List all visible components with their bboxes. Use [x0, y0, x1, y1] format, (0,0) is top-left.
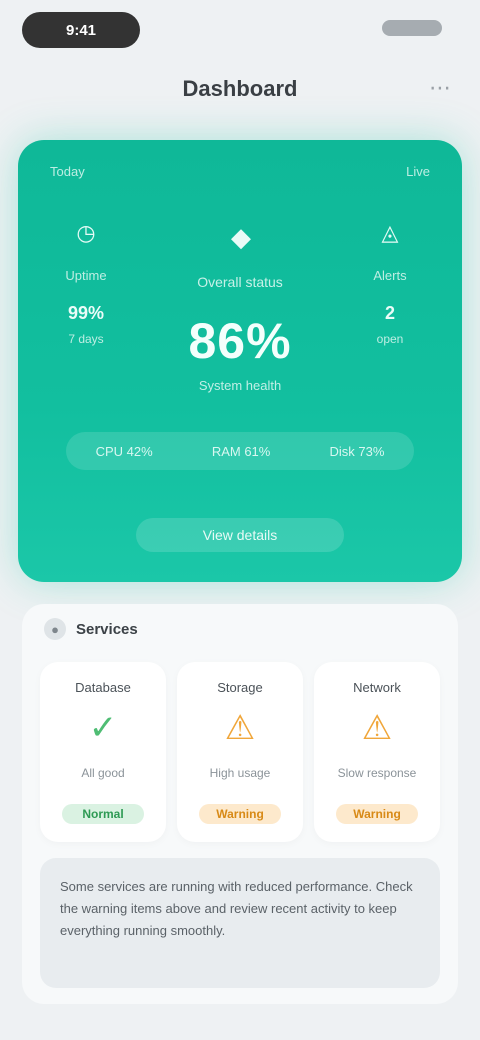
strip-item-ram: RAM 61% [211, 443, 271, 459]
metric-right-label: Alerts [373, 268, 407, 283]
services-icon: ● [44, 618, 66, 640]
uptime-icon: ◷ [76, 220, 96, 245]
hero-summary-card: Today Live ◆ Overall status ◷ Uptime 99%… [18, 140, 462, 582]
view-details-button[interactable]: View details [136, 518, 344, 552]
nav-bar: Dashboard ⋯ [0, 60, 480, 120]
info-note-text: Some services are running with reduced p… [60, 879, 413, 938]
hero-main-value: 86% [188, 313, 292, 369]
service-sub: High usage [209, 766, 271, 780]
service-title: Network [353, 680, 401, 695]
hero-main-caption: System health [198, 378, 282, 393]
status-badge: Normal [62, 804, 144, 824]
resource-strip: CPU 42% RAM 61% Disk 73% [66, 432, 414, 470]
section-header: ● Services [44, 618, 138, 640]
info-note: Some services are running with reduced p… [40, 858, 440, 988]
strip-item-cpu: CPU 42% [95, 443, 153, 459]
hero-label-left: Today [50, 164, 85, 179]
status-time-pill: 9:41 [22, 12, 140, 48]
warning-icon: ⚠ [361, 709, 393, 747]
more-icon[interactable]: ⋯ [426, 74, 454, 102]
service-title: Database [75, 680, 131, 695]
service-title: Storage [217, 680, 263, 695]
page-title: Dashboard [182, 76, 298, 101]
service-card-storage[interactable]: Storage ⚠ High usage Warning [177, 662, 303, 842]
metric-left-label: Uptime [65, 268, 107, 283]
strip-item-disk: Disk 73% [329, 443, 385, 459]
service-card-network[interactable]: Network ⚠ Slow response Warning [314, 662, 440, 842]
services-section: ● Services Database ✓ All good Normal St… [22, 604, 458, 1004]
alert-icon: ◬ [381, 220, 399, 245]
status-icon: ◆ [231, 221, 251, 252]
status-badge: Warning [199, 804, 281, 824]
section-title: Services [76, 620, 138, 638]
hero-label-right: Live [406, 164, 430, 179]
status-bar: 9:41 [0, 0, 480, 60]
status-time: 9:41 [65, 21, 97, 39]
warning-icon: ⚠ [224, 709, 256, 747]
service-card-database[interactable]: Database ✓ All good Normal [40, 662, 166, 842]
status-badge: Warning [336, 804, 418, 824]
service-sub: Slow response [337, 766, 417, 780]
check-icon: ✓ [88, 709, 118, 747]
status-indicators [382, 20, 442, 36]
service-sub: All good [81, 766, 125, 780]
